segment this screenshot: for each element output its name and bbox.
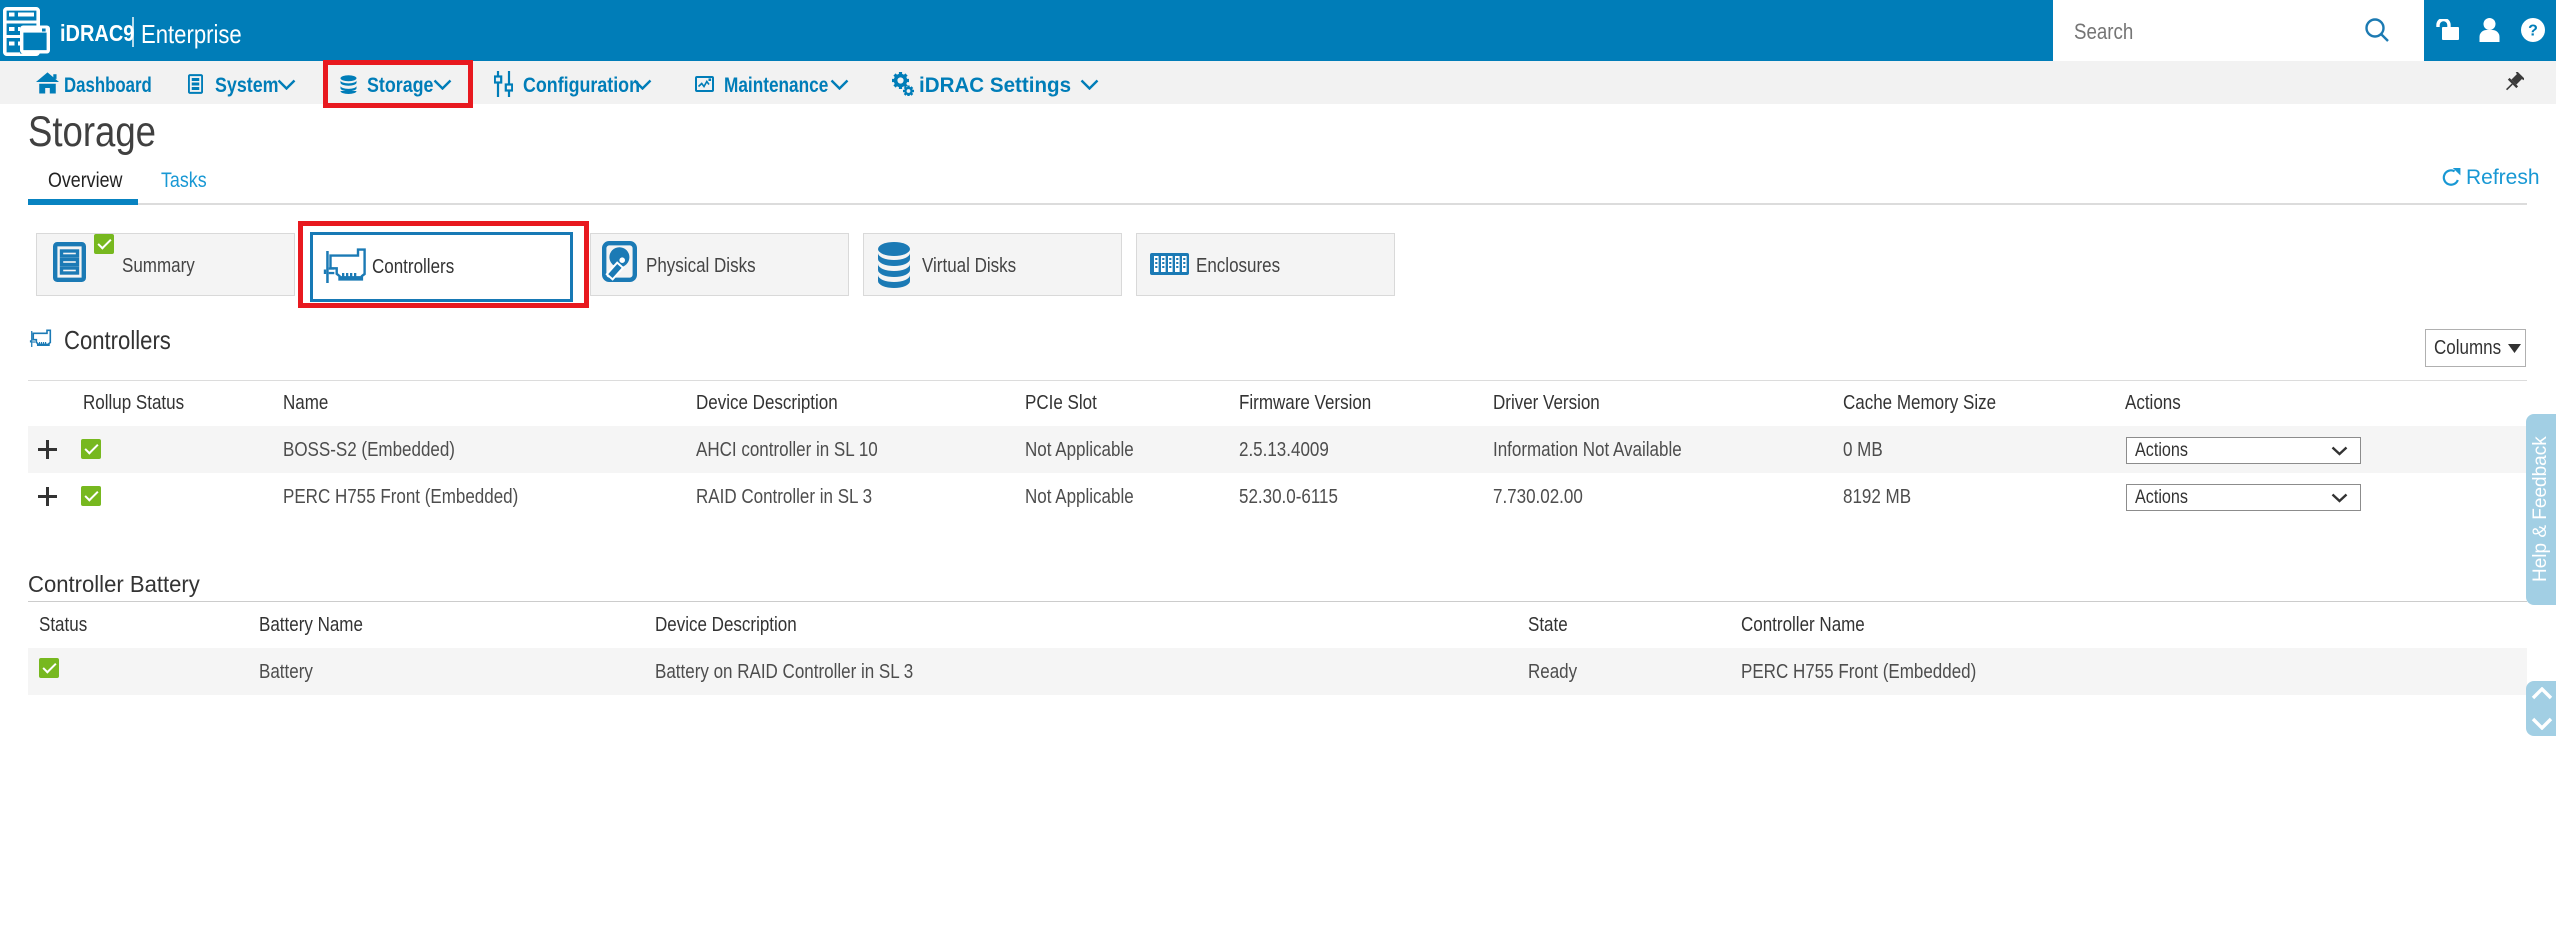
svg-text:?: ? [2528, 23, 2538, 40]
